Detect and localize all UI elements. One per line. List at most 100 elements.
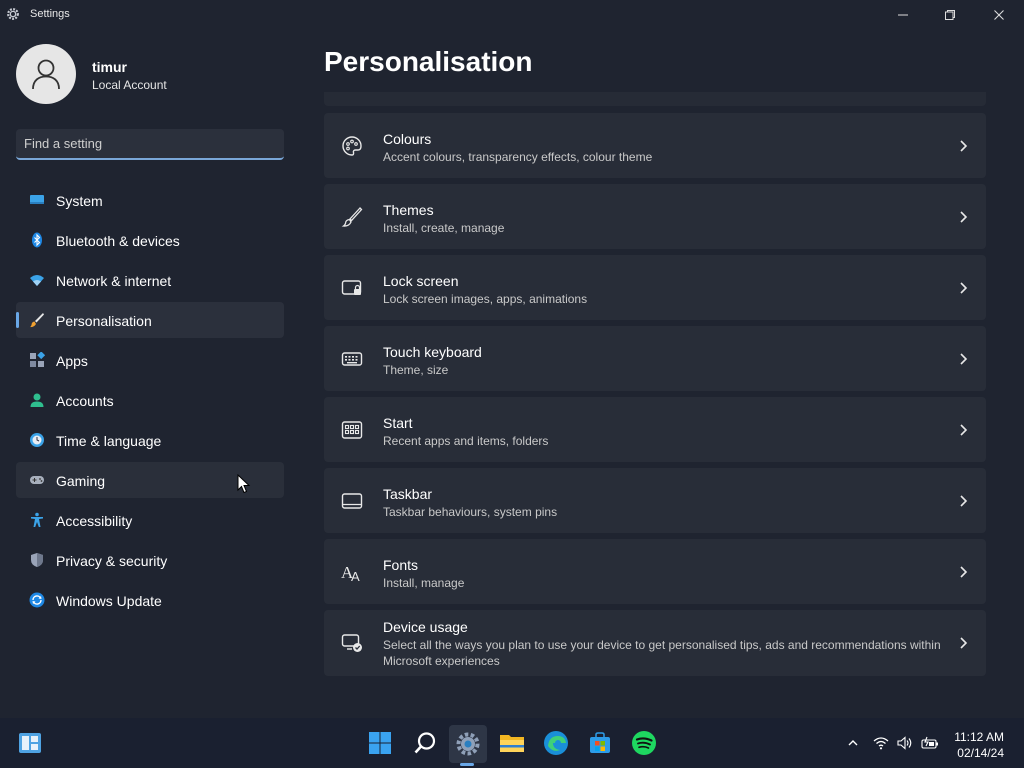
sidebar-item-accounts[interactable]: Accounts [16, 382, 284, 418]
apps-icon [30, 352, 45, 367]
page-title: Personalisation [324, 46, 533, 77]
sidebar-item-time-language[interactable]: Time & language [16, 422, 284, 458]
gamepad-icon [30, 476, 44, 484]
card-title: Taskbar [383, 486, 433, 502]
settings-list: Colours Accent colours, transparency eff… [324, 113, 986, 682]
file-explorer-button[interactable] [498, 729, 526, 757]
card-description: Theme, size [383, 363, 449, 377]
close-button[interactable] [976, 0, 1022, 30]
card-title: Device usage [383, 619, 468, 635]
brush-icon [30, 313, 44, 328]
sidebar-item-label: Apps [56, 353, 88, 369]
taskbar-settings-button[interactable] [449, 725, 487, 763]
sidebar-item-privacy[interactable]: Privacy & security [16, 542, 284, 578]
device-usage-icon [341, 634, 362, 652]
title-bar: Settings [0, 0, 1024, 30]
sidebar-item-windows-update[interactable]: Windows Update [16, 582, 284, 618]
card-description: Recent apps and items, folders [383, 434, 549, 448]
sidebar-item-label: Bluetooth & devices [56, 233, 180, 249]
close-icon [994, 10, 1004, 20]
card-themes[interactable]: Themes Install, create, manage [324, 184, 986, 249]
search-box[interactable] [16, 129, 284, 160]
card-description: Accent colours, transparency effects, co… [383, 150, 653, 164]
chevron-right-icon [960, 353, 968, 365]
spotify-icon [632, 731, 656, 755]
sidebar-item-label: System [56, 193, 103, 209]
account-type: Local Account [92, 78, 167, 92]
card-description: Lock screen images, apps, animations [383, 292, 588, 306]
card-description: Taskbar behaviours, system pins [383, 505, 558, 519]
widgets-button[interactable] [16, 729, 44, 757]
chevron-right-icon [960, 140, 968, 152]
battery-icon[interactable] [921, 735, 939, 751]
sidebar-item-label: Network & internet [56, 273, 172, 289]
card-start[interactable]: Start Recent apps and items, folders [324, 397, 986, 462]
wifi-icon [30, 275, 44, 286]
volume-icon[interactable] [897, 735, 913, 751]
sidebar-item-label: Gaming [56, 473, 106, 489]
chevron-right-icon [960, 637, 968, 649]
card-fonts[interactable]: A A Fonts Install, manage [324, 539, 986, 604]
settings-window: Settings timur Local Account Find a sett… [0, 0, 1024, 718]
start-icon [341, 421, 363, 439]
sidebar-item-bluetooth[interactable]: Bluetooth & devices [16, 222, 284, 258]
clock-globe-icon [30, 433, 44, 447]
card-title: Start [383, 415, 413, 431]
lock-screen-icon [341, 280, 362, 295]
sidebar-item-label: Personalisation [56, 313, 152, 329]
sidebar-item-label: Accessibility [56, 513, 133, 529]
sidebar-item-label: Windows Update [56, 593, 162, 609]
restore-icon [945, 10, 955, 20]
spotify-button[interactable] [630, 729, 658, 757]
card-lock-screen[interactable]: Lock screen Lock screen images, apps, an… [324, 255, 986, 320]
card-title: Colours [383, 131, 432, 147]
sidebar-item-accessibility[interactable]: Accessibility [16, 502, 284, 538]
clock-date[interactable]: 02/14/24 [957, 746, 1004, 760]
chevron-right-icon [960, 211, 968, 223]
system-icon [30, 195, 44, 204]
sidebar-item-apps[interactable]: Apps [16, 342, 284, 378]
settings-gear-icon [7, 8, 19, 20]
sidebar-item-personalisation[interactable]: Personalisation [16, 302, 284, 338]
store-icon [590, 732, 610, 753]
card-touch-keyboard[interactable]: Touch keyboard Theme, size [324, 326, 986, 391]
settings-icon [456, 732, 480, 756]
chevron-up-icon[interactable] [845, 735, 861, 751]
taskbar-search-button[interactable] [411, 729, 439, 757]
active-indicator [16, 312, 19, 328]
mouse-cursor-icon [237, 474, 251, 494]
card-device-usage[interactable]: Device usage Select all the ways you pla… [324, 610, 986, 676]
user-icon [32, 59, 60, 90]
sidebar-item-label: Time & language [56, 433, 162, 449]
store-button[interactable] [586, 729, 614, 757]
svg-text:A: A [351, 569, 360, 583]
card-description: Install, manage [383, 576, 465, 590]
minimize-button[interactable] [880, 0, 926, 30]
active-app-indicator [460, 763, 474, 766]
search-input[interactable] [16, 129, 284, 158]
sidebar-nav: System Bluetooth & devices Network & int… [16, 182, 284, 622]
edge-icon [544, 731, 568, 755]
restore-button[interactable] [927, 0, 973, 30]
card-colours[interactable]: Colours Accent colours, transparency eff… [324, 113, 986, 178]
clock-time[interactable]: 11:12 AM [954, 730, 1004, 744]
windows-start-icon [369, 732, 391, 754]
edge-button[interactable] [542, 729, 570, 757]
start-button[interactable] [366, 729, 394, 757]
card-taskbar[interactable]: Taskbar Taskbar behaviours, system pins [324, 468, 986, 533]
search-icon [414, 732, 436, 754]
taskbar-icon [341, 493, 363, 509]
sidebar-item-label: Privacy & security [56, 553, 168, 569]
card-description: Select all the ways you plan to use your… [383, 638, 941, 668]
accounts-icon [30, 393, 44, 407]
keyboard-icon [341, 352, 363, 366]
widgets-icon [19, 733, 41, 753]
card-title: Themes [383, 202, 434, 218]
avatar[interactable] [16, 44, 76, 104]
sidebar-item-system[interactable]: System [16, 182, 284, 218]
brush-icon [341, 207, 363, 227]
sidebar-item-network[interactable]: Network & internet [16, 262, 284, 298]
wifi-icon[interactable] [873, 735, 889, 751]
bluetooth-icon [32, 232, 42, 248]
minimize-icon [898, 14, 908, 16]
